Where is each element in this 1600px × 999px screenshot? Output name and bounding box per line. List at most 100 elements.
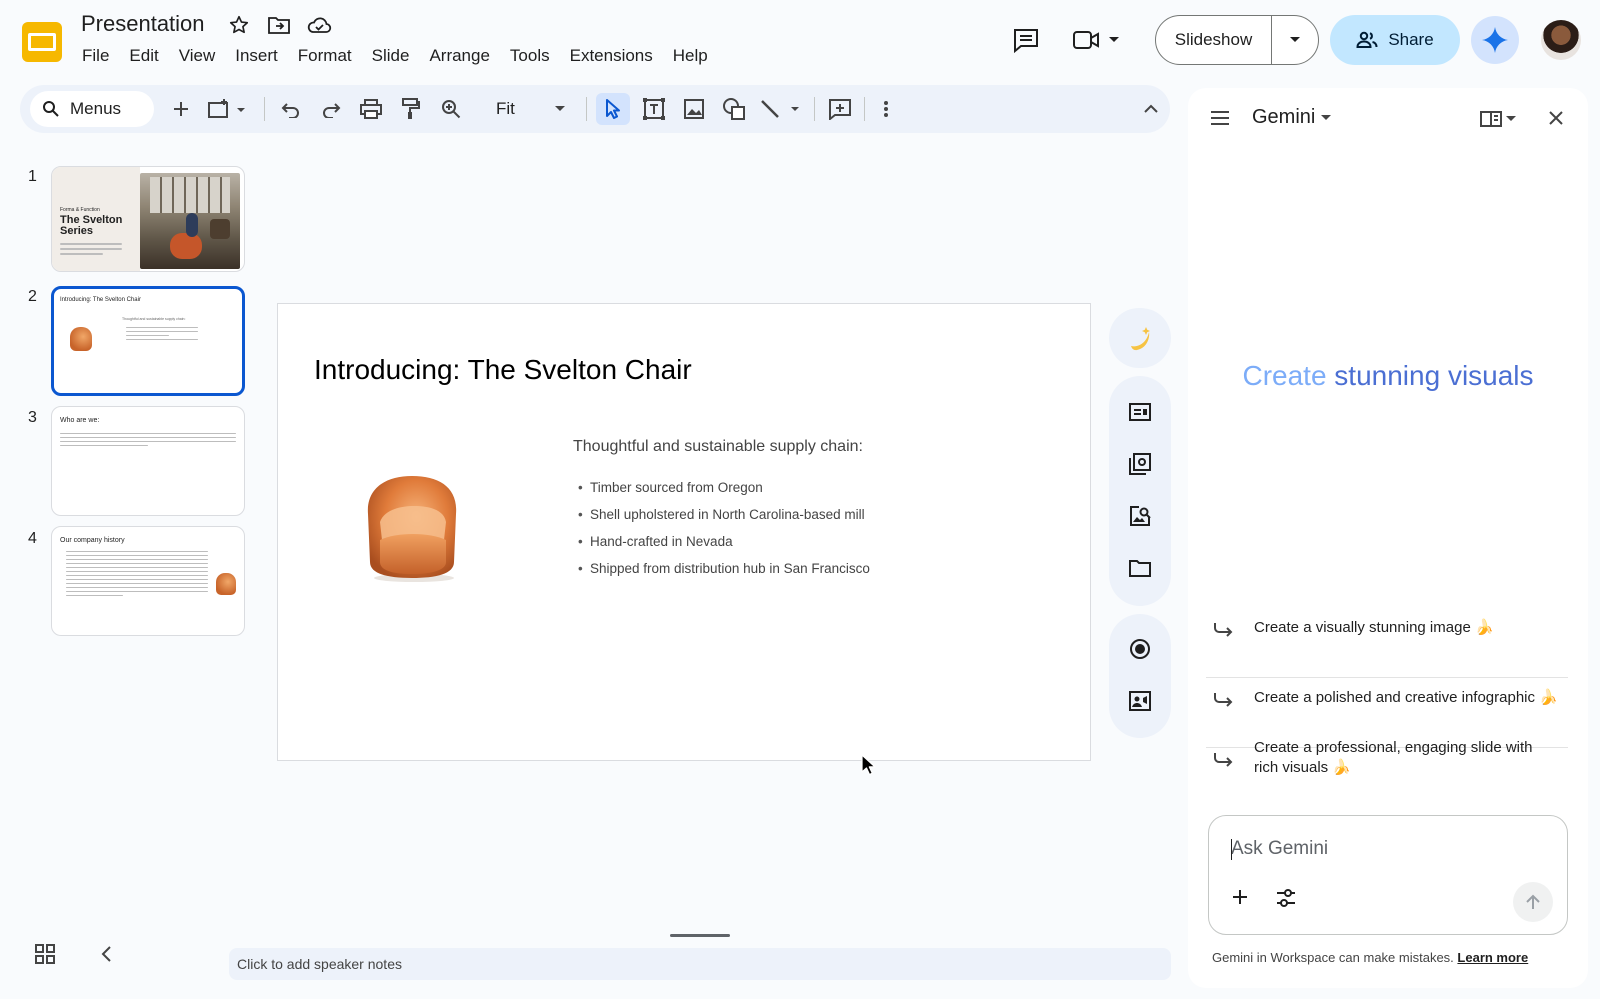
menu-extensions[interactable]: Extensions xyxy=(560,44,663,68)
send-button[interactable] xyxy=(1513,882,1553,922)
chevron-left-icon[interactable] xyxy=(96,943,118,965)
plus-icon xyxy=(174,102,188,116)
avatar[interactable] xyxy=(1541,20,1581,60)
new-slide-button[interactable] xyxy=(166,93,196,125)
slide-thumbnail-4[interactable]: Our company history xyxy=(51,526,245,636)
search-menus-button[interactable]: Menus xyxy=(30,91,154,127)
video-camera-icon xyxy=(1073,31,1099,49)
chevron-down-icon xyxy=(1506,116,1516,121)
notes-resize-handle[interactable] xyxy=(670,934,730,937)
zoom-button[interactable] xyxy=(436,93,466,125)
zoom-select[interactable]: Fit xyxy=(476,93,576,125)
comments-button[interactable] xyxy=(1006,22,1046,58)
slide-library-icon[interactable] xyxy=(1124,448,1156,480)
arrow-reply-icon xyxy=(1212,688,1234,715)
line-button[interactable] xyxy=(756,93,806,125)
move-to-folder-icon[interactable] xyxy=(266,12,292,38)
more-options-button[interactable] xyxy=(874,93,898,125)
speaker-notes-icon[interactable] xyxy=(1124,396,1156,428)
gemini-title-dropdown[interactable]: Gemini xyxy=(1252,106,1332,129)
slides-logo-icon[interactable] xyxy=(20,20,64,64)
panel-layout-button[interactable] xyxy=(1480,110,1516,128)
slide-number: 3 xyxy=(28,409,37,426)
tools-icon[interactable] xyxy=(1275,888,1297,913)
disclaimer-text: Gemini in Workspace can make mistakes. xyxy=(1212,950,1454,965)
chevron-down-icon xyxy=(1290,37,1300,42)
add-comment-icon xyxy=(829,99,851,120)
print-button[interactable] xyxy=(356,93,386,125)
suggestion-chip-1[interactable]: Create a visually stunning image 🍌 xyxy=(1206,618,1568,678)
chair-image[interactable] xyxy=(360,474,464,584)
chevron-up-icon xyxy=(1144,104,1158,113)
slideshow-button-group: Slideshow xyxy=(1155,15,1319,65)
video-add-icon[interactable] xyxy=(1124,685,1156,717)
hamburger-menu-icon[interactable] xyxy=(1210,110,1230,131)
share-button[interactable]: Share xyxy=(1330,15,1460,65)
thumbnail-title: Who are we: xyxy=(60,417,100,424)
shapes-icon xyxy=(723,98,745,120)
text-box-icon xyxy=(643,98,665,120)
banana-icon[interactable] xyxy=(1124,322,1156,354)
meet-call-button[interactable] xyxy=(1072,22,1132,58)
menu-file[interactable]: File xyxy=(80,44,119,68)
paint-roller-icon xyxy=(402,98,420,119)
redo-button[interactable] xyxy=(316,93,346,125)
gemini-toggle-button[interactable] xyxy=(1471,16,1519,64)
slide-thumbnail-1[interactable]: Forma & Function The Svelton Series xyxy=(51,166,245,272)
slide-title[interactable]: Introducing: The Svelton Chair xyxy=(314,354,692,386)
hide-menus-button[interactable] xyxy=(1138,93,1164,125)
menu-insert[interactable]: Insert xyxy=(225,44,288,68)
star-icon[interactable] xyxy=(226,12,252,38)
thumbnail-kicker: Forma & Function xyxy=(60,207,100,213)
document-title[interactable]: Presentation xyxy=(81,11,205,37)
grid-view-icon[interactable] xyxy=(34,943,56,965)
gemini-disclaimer: Gemini in Workspace can make mistakes. L… xyxy=(1212,950,1528,965)
folder-icon[interactable] xyxy=(1124,552,1156,584)
new-slide-layout-icon xyxy=(208,99,245,118)
share-label: Share xyxy=(1388,30,1434,49)
suggestion-text: Create a visually stunning image 🍌 xyxy=(1254,619,1494,636)
slideshow-button[interactable]: Slideshow xyxy=(1156,16,1272,64)
chevron-down-icon xyxy=(1321,114,1332,120)
menu-edit[interactable]: Edit xyxy=(119,44,168,68)
shape-button[interactable] xyxy=(718,93,750,125)
suggestion-chip-3[interactable]: Create a professional, engaging slide wi… xyxy=(1206,738,1568,798)
text-box-button[interactable] xyxy=(638,93,670,125)
menu-slide[interactable]: Slide xyxy=(362,44,420,68)
slide-subtitle[interactable]: Thoughtful and sustainable supply chain: xyxy=(573,438,863,456)
menu-arrange[interactable]: Arrange xyxy=(419,44,499,68)
close-icon[interactable] xyxy=(1548,110,1564,131)
paint-format-button[interactable] xyxy=(396,93,426,125)
menu-help[interactable]: Help xyxy=(663,44,718,68)
layout-button[interactable] xyxy=(202,93,252,125)
slideshow-options-button[interactable] xyxy=(1272,16,1318,64)
text-caret xyxy=(1231,839,1232,860)
cloud-saved-icon[interactable] xyxy=(306,12,332,38)
menu-view[interactable]: View xyxy=(169,44,226,68)
ask-gemini-input[interactable] xyxy=(1231,836,1531,862)
menu-format[interactable]: Format xyxy=(288,44,362,68)
people-icon xyxy=(1356,31,1378,48)
plus-icon[interactable] xyxy=(1231,888,1249,911)
slide-thumbnail-2[interactable]: Introducing: The Svelton Chair Thoughtfu… xyxy=(51,286,245,396)
slide-canvas[interactable]: Introducing: The Svelton Chair Thoughtfu… xyxy=(277,303,1091,761)
suggestion-text: Create a polished and creative infograph… xyxy=(1254,689,1558,706)
bullet-item: Timber sourced from Oregon xyxy=(578,480,870,507)
speaker-notes-field[interactable]: Click to add speaker notes xyxy=(229,948,1171,980)
ask-gemini-box xyxy=(1208,815,1568,935)
cursor-arrow-icon xyxy=(606,99,620,119)
menu-tools[interactable]: Tools xyxy=(500,44,560,68)
image-search-icon[interactable] xyxy=(1124,500,1156,532)
select-tool-button[interactable] xyxy=(596,93,630,125)
add-comment-button[interactable] xyxy=(824,93,856,125)
insert-image-button[interactable] xyxy=(678,93,710,125)
undo-button[interactable] xyxy=(276,93,306,125)
thumbnail-subtitle: Thoughtful and sustainable supply chain: xyxy=(122,317,186,321)
slide-bullet-list[interactable]: Timber sourced from Oregon Shell upholst… xyxy=(578,480,870,588)
learn-more-link[interactable]: Learn more xyxy=(1457,950,1528,965)
arrow-up-icon xyxy=(1526,894,1540,909)
slide-number: 2 xyxy=(28,288,37,305)
printer-icon xyxy=(360,99,382,119)
record-icon[interactable] xyxy=(1124,633,1156,665)
slide-thumbnail-3[interactable]: Who are we: xyxy=(51,406,245,516)
